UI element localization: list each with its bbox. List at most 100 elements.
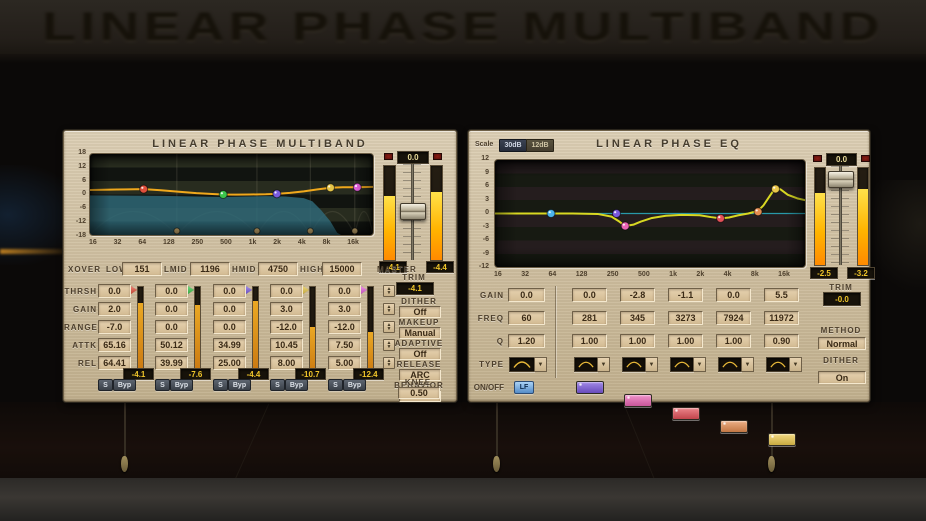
rel-master-spinner[interactable]: ▲▼ [383, 357, 395, 369]
band2-thrsh[interactable]: 0.0 [155, 284, 188, 298]
master-fader-handle[interactable] [400, 203, 426, 220]
lf-q[interactable]: 1.20 [508, 334, 545, 348]
eq-graph-plot[interactable] [494, 159, 806, 268]
band1-gain[interactable]: 2.0 [98, 302, 131, 316]
band5-thrsh[interactable]: 0.0 [328, 284, 361, 298]
band4-attk[interactable]: 10.45 [270, 338, 303, 352]
makeup-button[interactable]: Manual [399, 327, 441, 339]
band1-bypass-button[interactable]: Byp [113, 379, 136, 391]
band1-attk[interactable]: 65.16 [98, 338, 131, 352]
eq-band5-type-display[interactable] [766, 357, 790, 372]
band2-gain[interactable]: 0.0 [155, 302, 188, 316]
master-fader-value[interactable]: 0.0 [826, 153, 857, 166]
eq-band4-freq[interactable]: 7924 [716, 311, 751, 325]
eq-band3-gain[interactable]: -1.1 [668, 288, 703, 302]
band3-attk[interactable]: 34.99 [213, 338, 246, 352]
eq-band3-type-display[interactable] [670, 357, 694, 372]
band1-range[interactable]: -7.0 [98, 320, 131, 334]
band2-range[interactable]: 0.0 [155, 320, 188, 334]
eq-band2-type-display[interactable] [622, 357, 646, 372]
lf-freq[interactable]: 60 [508, 311, 545, 325]
eq-response-curve[interactable] [495, 160, 805, 267]
eq-band3-freq[interactable]: 3273 [668, 311, 703, 325]
band3-range[interactable]: 0.0 [213, 320, 246, 334]
eq-band1-type-dropdown[interactable]: ▼ [597, 357, 610, 372]
lf-onoff-button[interactable]: LF [514, 381, 534, 394]
eq-band2-gain[interactable]: -2.8 [620, 288, 655, 302]
band3-gain[interactable]: 0.0 [213, 302, 246, 316]
eq-band2-type-dropdown[interactable]: ▼ [645, 357, 658, 372]
eq-band5-gain[interactable]: 5.5 [764, 288, 799, 302]
dither-button[interactable]: Off [399, 306, 441, 318]
eq-band3-onoff-button[interactable] [672, 407, 700, 420]
eq-band5-freq[interactable]: 11972 [764, 311, 799, 325]
attk-master-spinner[interactable]: ▲▼ [383, 339, 395, 351]
band5-attk[interactable]: 7.50 [328, 338, 361, 352]
eq-band4-q[interactable]: 1.00 [716, 334, 751, 348]
band2-bypass-button[interactable]: Byp [170, 379, 193, 391]
adaptive-button[interactable]: Off [399, 348, 441, 360]
band1-solo-button[interactable]: S [98, 379, 113, 391]
band5-bypass-button[interactable]: Byp [343, 379, 366, 391]
master-fader-handle[interactable] [828, 171, 854, 188]
clip-led-left[interactable] [813, 155, 822, 162]
band3-solo-button[interactable]: S [213, 379, 228, 391]
eq-band1-freq[interactable]: 281 [572, 311, 607, 325]
lf-gain[interactable]: 0.0 [508, 288, 545, 302]
eq-band1-type-display[interactable] [574, 357, 598, 372]
eq-band1-q[interactable]: 1.00 [572, 334, 607, 348]
band4-gain[interactable]: 3.0 [270, 302, 303, 316]
x-tick-label: 16 [494, 271, 502, 279]
method-button[interactable]: Normal [818, 337, 866, 350]
knee-value[interactable]: 0.50 [398, 387, 440, 399]
eq-band5-type-dropdown[interactable]: ▼ [789, 357, 802, 372]
eq-band4-type-display[interactable] [718, 357, 742, 372]
xover-low-value[interactable]: 151 [122, 262, 162, 276]
mb-graph-plot[interactable] [89, 153, 374, 236]
band4-bypass-button[interactable]: Byp [285, 379, 308, 391]
eq-band1-onoff-button[interactable] [576, 381, 604, 394]
banner-divider [0, 54, 926, 63]
range-master-spinner[interactable]: ▲▼ [383, 321, 395, 333]
y-tick-label: 9 [471, 168, 489, 177]
eq-band2-onoff-button[interactable] [624, 394, 652, 407]
band2-solo-button[interactable]: S [155, 379, 170, 391]
band4-thrsh[interactable]: 0.0 [270, 284, 303, 298]
band5-gain[interactable]: 3.0 [328, 302, 361, 316]
xover-high-value[interactable]: 15000 [322, 262, 362, 276]
xover-hmid-value[interactable]: 4750 [258, 262, 298, 276]
eq-band4-onoff-button[interactable] [720, 420, 748, 433]
band5-range[interactable]: -12.0 [328, 320, 361, 334]
clip-led-right[interactable] [861, 155, 870, 162]
eq-band4-type-dropdown[interactable]: ▼ [741, 357, 754, 372]
lf-type-display[interactable] [509, 357, 535, 372]
band5-solo-button[interactable]: S [328, 379, 343, 391]
dither-button[interactable]: On [818, 371, 866, 384]
eq-band2-q[interactable]: 1.00 [620, 334, 655, 348]
scale-12db-button[interactable]: 12dB [526, 139, 554, 152]
band4-solo-button[interactable]: S [270, 379, 285, 391]
lf-type-dropdown[interactable]: ▼ [534, 357, 547, 372]
clip-led-left[interactable] [384, 153, 393, 160]
band4-range[interactable]: -12.0 [270, 320, 303, 334]
band2-attk[interactable]: 50.12 [155, 338, 188, 352]
mb-response-curve[interactable] [90, 154, 373, 235]
band3-thrsh[interactable]: 0.0 [213, 284, 246, 298]
trim-value[interactable]: -4.1 [396, 282, 434, 295]
eq-band1-gain[interactable]: 0.0 [572, 288, 607, 302]
eq-band2-freq[interactable]: 345 [620, 311, 655, 325]
eq-band3-q[interactable]: 1.00 [668, 334, 703, 348]
eq-band3-type-dropdown[interactable]: ▼ [693, 357, 706, 372]
scale-30db-button[interactable]: 30dB [499, 139, 527, 152]
xover-lmid-value[interactable]: 1196 [190, 262, 230, 276]
band1-thrsh[interactable]: 0.0 [98, 284, 131, 298]
eq-band5-q[interactable]: 0.90 [764, 334, 799, 348]
eq-band5-onoff-button[interactable] [768, 433, 796, 446]
trim-value[interactable]: -0.0 [823, 292, 861, 306]
gain-master-spinner[interactable]: ▲▼ [383, 303, 395, 315]
master-fader-value[interactable]: 0.0 [397, 151, 429, 164]
clip-led-right[interactable] [433, 153, 442, 160]
eq-band4-gain[interactable]: 0.0 [716, 288, 751, 302]
thrsh-master-spinner[interactable]: ▲▼ [383, 285, 395, 297]
band3-bypass-button[interactable]: Byp [228, 379, 251, 391]
